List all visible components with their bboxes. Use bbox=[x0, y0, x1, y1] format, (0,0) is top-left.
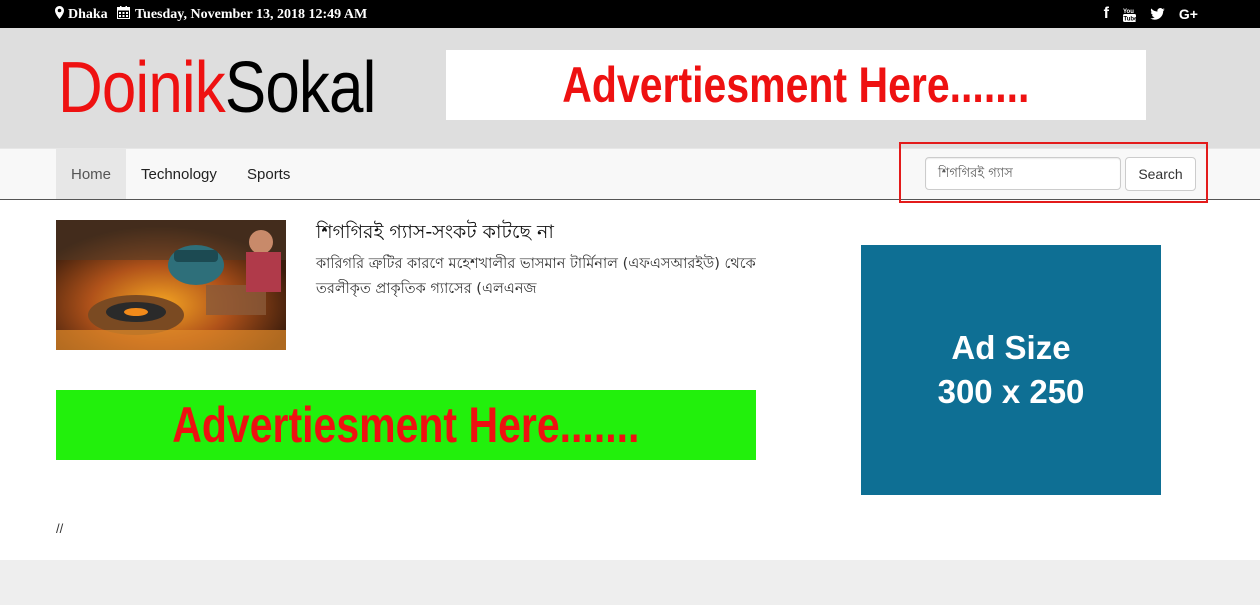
footer bbox=[0, 560, 1260, 605]
logo-part-sokal: Sokal bbox=[224, 48, 376, 128]
location-label: Dhaka bbox=[68, 7, 108, 22]
side-ad-line1: Ad Size bbox=[951, 329, 1071, 366]
nav-item-home[interactable]: Home bbox=[56, 149, 126, 199]
facebook-icon[interactable]: f bbox=[1104, 5, 1109, 23]
map-marker-icon bbox=[55, 6, 64, 24]
side-ad-line2: 300 x 250 bbox=[937, 373, 1085, 410]
content-advertisement[interactable]: Advertiesment Here....... bbox=[56, 390, 756, 460]
date-label: Tuesday, November 13, 2018 12:49 AM bbox=[135, 7, 368, 22]
site-logo[interactable]: DoinikSokal bbox=[58, 38, 376, 138]
svg-text:Tube: Tube bbox=[1123, 16, 1136, 22]
google-plus-icon[interactable]: G+ bbox=[1179, 6, 1198, 22]
search-button[interactable]: Search bbox=[1125, 157, 1196, 191]
article-excerpt: কারিগরি ত্রুটির কারণে মহেশখালীর ভাসমান ট… bbox=[316, 256, 756, 297]
sidebar-advertisement[interactable]: Ad Size 300 x 250 bbox=[861, 245, 1161, 495]
youtube-icon[interactable]: You Tube bbox=[1122, 7, 1136, 22]
top-bar: Dhaka Tuesday, November 13, 2018 12:49 A… bbox=[0, 0, 1260, 28]
article-thumbnail[interactable] bbox=[56, 220, 286, 350]
content-ad-text: Advertiesment Here....... bbox=[172, 397, 640, 453]
stray-comment-text: // bbox=[56, 521, 64, 536]
logo-part-doinik: Doinik bbox=[58, 48, 226, 128]
article-title[interactable]: শিগগিরই গ্যাস-সংকট কাটছে না bbox=[316, 218, 554, 250]
header-ad-text: Advertiesment Here....... bbox=[562, 57, 1030, 113]
header-advertisement[interactable]: Advertiesment Here....... bbox=[446, 50, 1146, 120]
twitter-icon[interactable] bbox=[1150, 8, 1165, 20]
calendar-icon bbox=[117, 6, 130, 24]
location: Dhaka bbox=[55, 6, 108, 24]
header: DoinikSokal Advertiesment Here....... bbox=[0, 28, 1260, 148]
nav-item-technology[interactable]: Technology bbox=[141, 149, 217, 199]
social-links: f You Tube G+ bbox=[1104, 5, 1198, 23]
nav-item-sports[interactable]: Sports bbox=[247, 149, 290, 199]
date: Tuesday, November 13, 2018 12:49 AM bbox=[117, 6, 367, 24]
search-input[interactable]: শিগগিরই গ্যাস bbox=[925, 157, 1121, 190]
